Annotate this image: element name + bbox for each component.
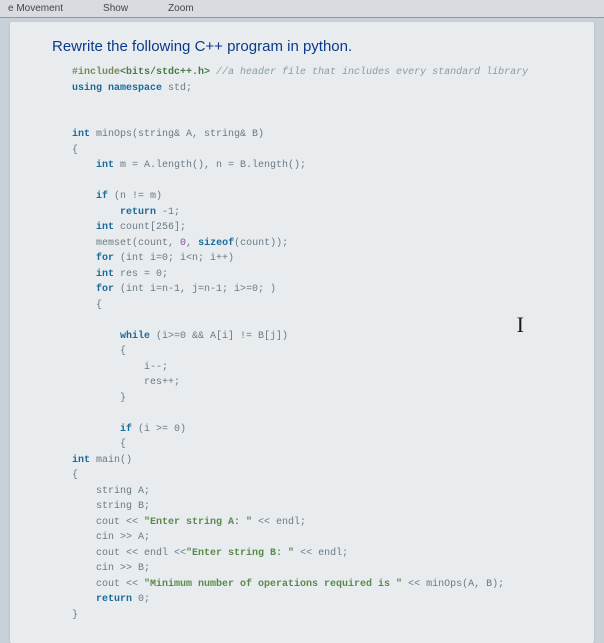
code-text: (i>=0 && A[i] != B[j])	[150, 331, 288, 342]
code-text: using namespace	[72, 83, 162, 94]
code-text: int	[72, 222, 114, 233]
question-heading: Rewrite the following C++ program in pyt…	[52, 38, 580, 55]
code-text: "Enter string A: "	[144, 517, 252, 528]
code-text: << minOps(A, B);	[402, 579, 504, 590]
code-text: while	[72, 331, 150, 342]
code-comment: //a header file that includes every stan…	[210, 67, 528, 78]
code-text: {	[72, 145, 78, 156]
code-text: "Minimum number of operations required i…	[144, 579, 402, 590]
code-text: {	[72, 300, 102, 311]
code-text: }	[72, 393, 126, 404]
code-text: (int i=n-1, j=n-1; i>=0; )	[114, 284, 276, 295]
code-text: count[256];	[114, 222, 186, 233]
code-text: res = 0;	[114, 269, 168, 280]
code-text: (int i=0; i<n; i++)	[114, 253, 234, 264]
code-text: }	[72, 610, 78, 621]
code-text: m = A.length(), n = B.length();	[114, 160, 306, 171]
code-text: if	[72, 424, 132, 435]
code-text: ,	[186, 238, 198, 249]
code-text: for	[72, 284, 114, 295]
code-text: <bits/stdc++.h>	[120, 67, 210, 78]
toolbar-label-left: e Movement	[8, 3, 63, 14]
code-text: std;	[162, 83, 192, 94]
code-text: memset(count,	[72, 238, 180, 249]
code-text: (n != m)	[108, 191, 162, 202]
toolbar-label-right: Zoom	[168, 3, 194, 14]
code-text: i--;	[72, 362, 168, 373]
code-text: minOps(string& A, string& B)	[90, 129, 264, 140]
code-text: {	[72, 346, 126, 357]
code-text: res++;	[72, 377, 180, 388]
code-text: cin >> B;	[72, 563, 150, 574]
code-text: return	[72, 207, 156, 218]
code-block: #include<bits/stdc++.h> //a header file …	[72, 65, 580, 623]
code-text: (i >= 0)	[132, 424, 186, 435]
code-text: int	[72, 160, 114, 171]
code-text: string B;	[72, 501, 150, 512]
document-page: Rewrite the following C++ program in pyt…	[10, 22, 594, 643]
code-text: cout << endl <<	[72, 548, 186, 559]
window-toolbar: e Movement Show Zoom	[0, 0, 604, 18]
code-text: "Enter string B: "	[186, 548, 294, 559]
code-text: -1;	[156, 207, 180, 218]
code-text: #include	[72, 67, 120, 78]
code-text: int	[72, 129, 90, 140]
code-text: {	[72, 470, 78, 481]
code-text: int	[72, 455, 90, 466]
code-text: for	[72, 253, 114, 264]
code-text: string A;	[72, 486, 150, 497]
code-text: main()	[90, 455, 132, 466]
code-text: int	[72, 269, 114, 280]
code-text: sizeof	[198, 238, 234, 249]
code-text: cout <<	[72, 517, 144, 528]
code-text: (count));	[234, 238, 288, 249]
code-text: cout <<	[72, 579, 144, 590]
code-text: << endl;	[252, 517, 306, 528]
text-cursor-icon: I	[517, 312, 524, 338]
code-text: if	[72, 191, 108, 202]
toolbar-label-mid: Show	[103, 3, 128, 14]
code-text: cin >> A;	[72, 532, 150, 543]
code-text: << endl;	[294, 548, 348, 559]
code-text: {	[72, 439, 126, 450]
